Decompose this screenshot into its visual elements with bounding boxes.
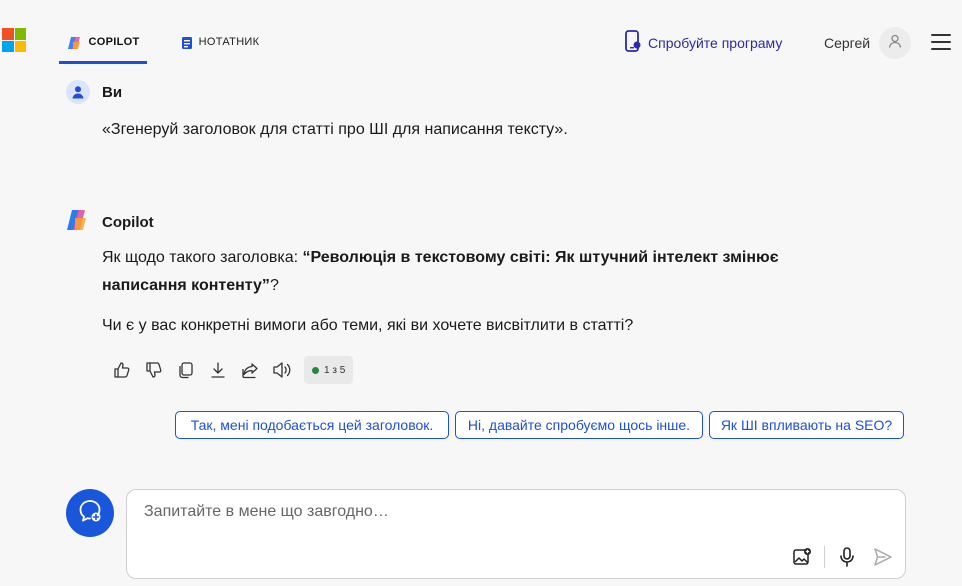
notebook-icon — [181, 36, 193, 53]
image-upload-icon[interactable] — [791, 546, 813, 568]
copy-icon[interactable] — [170, 357, 202, 383]
chat-input[interactable] — [142, 502, 886, 522]
user-message-text: «Згенеруй заголовок для статті про ШІ дл… — [102, 121, 568, 138]
read-aloud-icon[interactable] — [266, 357, 298, 383]
assistant-after-headline: ? — [269, 277, 279, 294]
response-counter-label: 1 з 5 — [324, 364, 346, 376]
composer-divider — [824, 546, 825, 568]
tab-copilot-label: COPILOT — [88, 36, 140, 48]
microphone-icon[interactable] — [836, 546, 858, 568]
try-app-link[interactable]: Спробуйте програму — [624, 30, 782, 55]
send-icon[interactable] — [872, 546, 894, 568]
share-icon[interactable] — [234, 357, 266, 383]
phone-app-icon — [624, 30, 642, 55]
user-message: Ви «Згенеруй заголовок для статті про ШІ… — [66, 80, 568, 138]
assistant-question: Чи є у вас конкретні вимоги або теми, як… — [102, 317, 634, 334]
try-app-label: Спробуйте програму — [648, 34, 783, 51]
copilot-icon — [66, 208, 90, 237]
suggestion-button-3[interactable]: Як ШІ впливають на SEO? — [709, 411, 904, 439]
assistant-message-text: Як щодо такого заголовка: “Революція в т… — [102, 244, 862, 300]
assistant-header: Copilot — [66, 208, 154, 237]
user-avatar-icon — [888, 34, 902, 53]
tab-copilot[interactable]: COPILOT — [59, 26, 147, 64]
thumbs-up-icon[interactable] — [106, 357, 138, 383]
suggestion-button-2[interactable]: Ні, давайте спробуємо щось інше. — [455, 411, 703, 439]
menu-icon[interactable] — [931, 34, 951, 50]
new-topic-icon — [77, 498, 103, 529]
copilot-icon — [67, 36, 83, 53]
suggestion-button-1[interactable]: Так, мені подобається цей заголовок. — [175, 411, 449, 439]
assistant-sender-name: Copilot — [102, 214, 154, 231]
microsoft-logo-icon[interactable] — [2, 28, 26, 52]
chat-composer — [126, 489, 906, 579]
user-sender-name: Ви — [102, 83, 123, 101]
message-actions: 1 з 5 — [106, 356, 354, 384]
response-counter[interactable]: 1 з 5 — [304, 356, 354, 384]
avatar[interactable] — [879, 27, 911, 59]
tab-notebook-label: НОТАТНИК — [198, 36, 260, 48]
download-icon[interactable] — [202, 357, 234, 383]
user-name[interactable]: Сергей — [824, 35, 870, 51]
status-dot-icon — [312, 366, 319, 374]
new-topic-button[interactable] — [66, 489, 114, 537]
tab-notebook[interactable]: НОТАТНИК — [170, 26, 270, 64]
thumbs-down-icon[interactable] — [138, 357, 170, 383]
assistant-intro: Як щодо такого заголовка: — [102, 249, 303, 266]
user-avatar-icon — [66, 80, 90, 104]
